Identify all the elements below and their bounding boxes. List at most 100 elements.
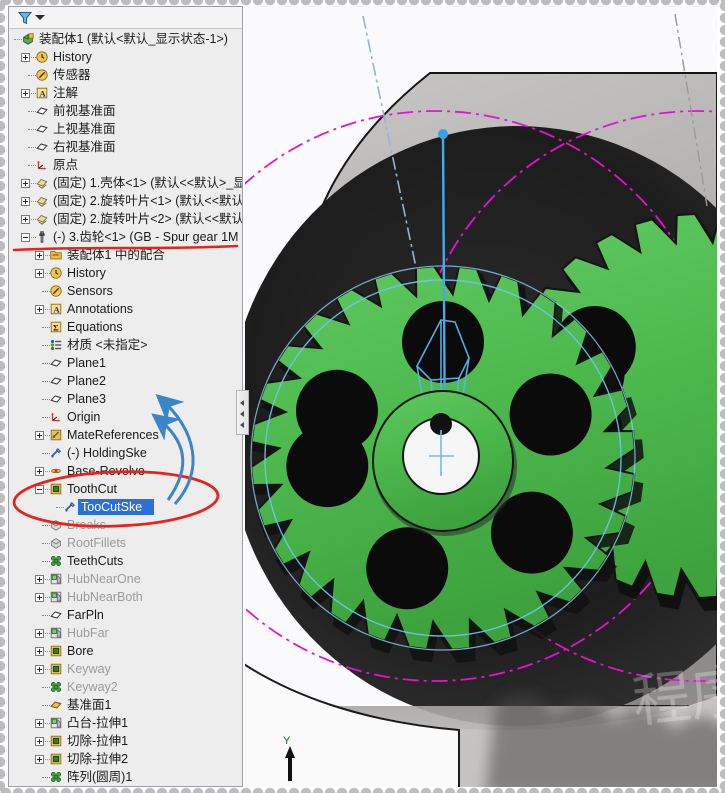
tree-item[interactable]: ToothCut xyxy=(9,480,242,498)
tree-item[interactable]: Plane1 xyxy=(9,354,242,372)
tree-item[interactable]: 阵列(圆周)1 xyxy=(9,768,242,786)
plane-icon xyxy=(36,143,48,151)
mates-folder-icon xyxy=(50,251,62,260)
tree-item-label: (固定) 2.旋转叶片<1> (默认<<默认 xyxy=(53,194,242,208)
tree-item[interactable]: (固定) 2.旋转叶片<2> (默认<<默认 xyxy=(9,210,242,228)
extrude-cut-icon xyxy=(50,663,62,675)
tree-item-label: 切除-拉伸1 xyxy=(67,734,129,748)
boss-extrude-icon xyxy=(50,717,62,729)
expand-icon[interactable] xyxy=(35,755,44,764)
expand-icon[interactable] xyxy=(35,629,44,638)
tree-item-label: Breaks xyxy=(67,518,106,532)
panel-splitter-handle[interactable] xyxy=(236,390,249,435)
tree-item[interactable]: 材质 <未指定> xyxy=(9,336,242,354)
tree-item[interactable]: A Annotations xyxy=(9,300,242,318)
tree-item[interactable]: Σ Equations xyxy=(9,318,242,336)
tree-item[interactable]: Origin xyxy=(9,408,242,426)
expand-icon[interactable] xyxy=(21,89,30,98)
gear-spoke-hole xyxy=(366,527,449,610)
collapse-panel-icon[interactable] xyxy=(240,411,244,417)
tree-item[interactable]: 上视基准面 xyxy=(9,120,242,138)
tree-item[interactable]: Bore xyxy=(9,642,242,660)
tree-item[interactable]: 装配体1 (默认<默认_显示状态-1>) xyxy=(9,30,242,48)
tree-item[interactable]: MateReferences xyxy=(9,426,242,444)
expand-icon[interactable] xyxy=(35,269,44,278)
pattern-icon xyxy=(51,682,61,692)
tree-item[interactable]: 传感器 xyxy=(9,66,242,84)
tree-item-label: 基准面1 xyxy=(67,698,112,712)
tree-item[interactable]: Keyway2 xyxy=(9,678,242,696)
tree-item[interactable]: Sensors xyxy=(9,282,242,300)
tree-item-label: 凸台-拉伸1 xyxy=(67,716,129,730)
expand-icon[interactable] xyxy=(35,251,44,260)
tree-item[interactable]: 基准面1 xyxy=(9,696,242,714)
tree-item[interactable]: (固定) 1.壳体<1> (默认<<默认>_显 xyxy=(9,174,242,192)
expand-icon[interactable] xyxy=(35,647,44,656)
gear-spoke-hole xyxy=(296,369,378,452)
svg-text:Σ: Σ xyxy=(53,323,59,333)
tree-item[interactable]: Plane2 xyxy=(9,372,242,390)
sketch-endpoint[interactable] xyxy=(438,129,448,139)
tree-toolbar[interactable] xyxy=(9,7,242,29)
tree-item[interactable]: HubNearBoth xyxy=(9,588,242,606)
tree-item[interactable]: Base-Revolve xyxy=(9,462,242,480)
tree-item[interactable]: A 注解 xyxy=(9,84,242,102)
tree-item-label: ToothCut xyxy=(67,482,118,496)
expand-icon[interactable] xyxy=(35,431,44,440)
tree-item-label: FarPln xyxy=(67,608,104,622)
origin-icon xyxy=(37,160,47,170)
collapse-icon[interactable] xyxy=(35,485,44,494)
tree-item-label: (-) HoldingSke xyxy=(67,446,147,460)
tree-item[interactable]: 切除-拉伸1 xyxy=(9,732,242,750)
collapse-icon[interactable] xyxy=(21,233,30,242)
tree-item[interactable]: 装配体1 中的配合 xyxy=(9,246,242,264)
expand-icon[interactable] xyxy=(21,179,30,188)
tree-item-label: 原点 xyxy=(53,158,79,172)
expand-icon[interactable] xyxy=(35,719,44,728)
tree-item-label: 切除-拉伸2 xyxy=(67,752,129,766)
expand-icon[interactable] xyxy=(35,593,44,602)
tree-item-label: MateReferences xyxy=(67,428,159,442)
tree-item[interactable]: History xyxy=(9,48,242,66)
sensor-icon xyxy=(50,285,62,297)
expand-icon[interactable] xyxy=(21,197,30,206)
chevron-down-icon[interactable] xyxy=(35,15,45,20)
expand-icon[interactable] xyxy=(35,737,44,746)
tree-item[interactable]: 原点 xyxy=(9,156,242,174)
expand-icon[interactable] xyxy=(21,53,30,62)
expand-icon[interactable] xyxy=(21,215,30,224)
tree-scroll-area[interactable]: 装配体1 (默认<默认_显示状态-1>) History 传感器 A 注解 前视基准面 上视… xyxy=(9,30,242,786)
annotations-icon: A xyxy=(36,87,48,99)
tree-item[interactable]: TooCutSke xyxy=(9,498,242,516)
tree-item[interactable]: HubNearOne xyxy=(9,570,242,588)
tree-item[interactable]: History xyxy=(9,264,242,282)
tree-item[interactable]: TeethCuts xyxy=(9,552,242,570)
tree-item-label: Keyway2 xyxy=(67,680,118,694)
expand-icon[interactable] xyxy=(35,575,44,584)
tree-item[interactable]: Breaks xyxy=(9,516,242,534)
tree-item-label: HubNearOne xyxy=(67,572,141,586)
collapse-panel-icon[interactable] xyxy=(240,400,244,406)
expand-icon[interactable] xyxy=(35,305,44,314)
tree-item[interactable]: (-) HoldingSke xyxy=(9,444,242,462)
part-icon xyxy=(36,196,48,207)
tree-item[interactable]: (固定) 2.旋转叶片<1> (默认<<默认 xyxy=(9,192,242,210)
tree-item[interactable]: 前视基准面 xyxy=(9,102,242,120)
tree-item[interactable]: 切除-拉伸2 xyxy=(9,750,242,768)
extrude-cut-icon xyxy=(50,735,62,747)
graphics-viewport[interactable]: 程序 Y xyxy=(245,6,717,787)
tree-item[interactable]: 凸台-拉伸1 xyxy=(9,714,242,732)
tree-item-label: TeethCuts xyxy=(67,554,124,568)
expand-icon[interactable] xyxy=(35,467,44,476)
tree-item[interactable]: HubFar xyxy=(9,624,242,642)
tree-item[interactable]: Keyway xyxy=(9,660,242,678)
filter-funnel-icon[interactable] xyxy=(17,10,33,26)
tree-item[interactable]: Plane3 xyxy=(9,390,242,408)
collapse-panel-icon[interactable] xyxy=(240,422,244,428)
tree-item[interactable]: (-) 3.齿轮<1> (GB - Spur gear 1M xyxy=(9,228,242,246)
tree-item[interactable]: FarPln xyxy=(9,606,242,624)
feature-manager-panel[interactable]: 装配体1 (默认<默认_显示状态-1>) History 传感器 A 注解 前视基准面 上视… xyxy=(8,6,243,787)
expand-icon[interactable] xyxy=(35,665,44,674)
tree-item[interactable]: RootFillets xyxy=(9,534,242,552)
tree-item[interactable]: 右视基准面 xyxy=(9,138,242,156)
